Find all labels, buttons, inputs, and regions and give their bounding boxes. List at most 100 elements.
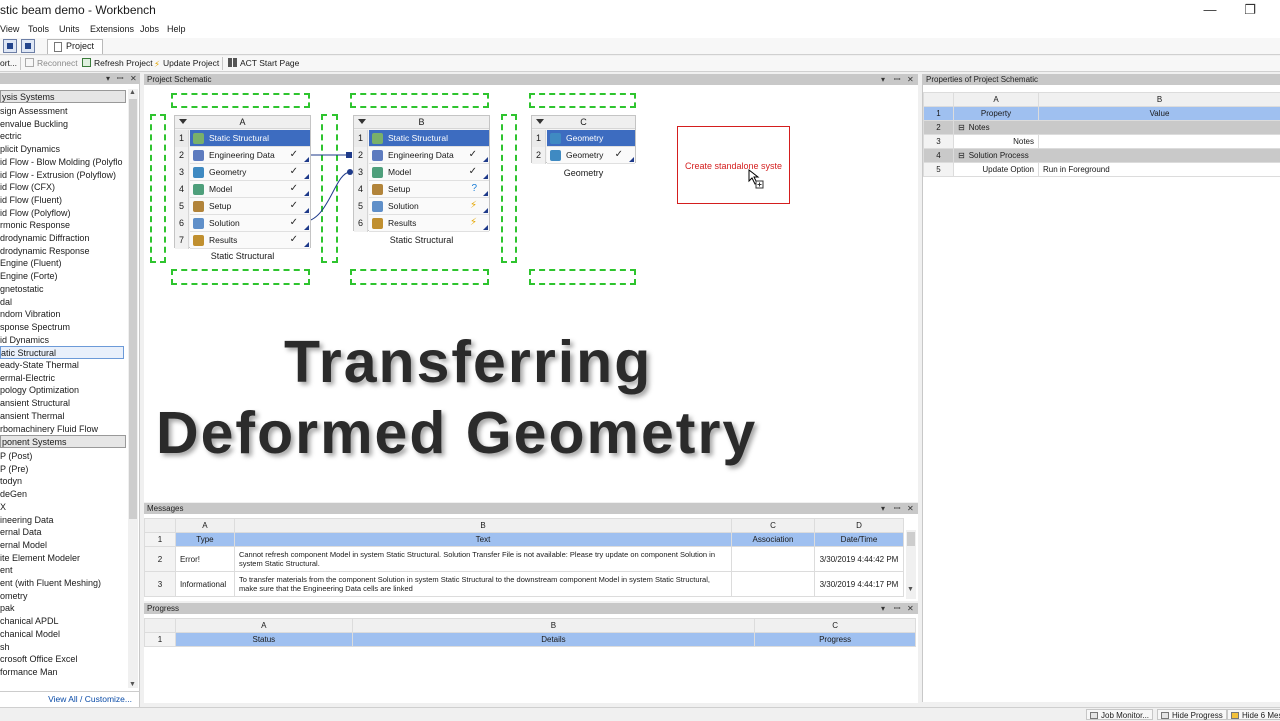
- save-as-icon[interactable]: [21, 39, 35, 53]
- property-value[interactable]: [1039, 135, 1280, 149]
- toolbox-item[interactable]: ineering Data: [0, 514, 124, 527]
- project-schematic[interactable]: A 1Static Structural2Engineering Data✓3G…: [144, 85, 918, 502]
- toolbox-item[interactable]: ectric: [0, 130, 124, 143]
- system-cell[interactable]: 2Engineering Data✓: [175, 147, 310, 164]
- system-cell[interactable]: 1Geometry: [532, 130, 635, 147]
- collapse-icon[interactable]: ⊟: [958, 123, 965, 132]
- toolbox-item[interactable]: ermal-Electric: [0, 372, 124, 385]
- pin-icon[interactable]: ꟷ: [894, 603, 901, 614]
- system-cell[interactable]: 6Solution✓: [175, 215, 310, 232]
- toolbox-scrollbar[interactable]: ▲ ▼: [128, 89, 138, 688]
- system-c-header[interactable]: C: [532, 116, 635, 129]
- toolbox-item[interactable]: Engine (Forte): [0, 270, 124, 283]
- menu-view[interactable]: View: [0, 24, 19, 34]
- toolbox-item[interactable]: ite Element Modeler: [0, 552, 124, 565]
- toolbox-item[interactable]: X: [0, 501, 124, 514]
- dropdown-icon[interactable]: ▾: [881, 74, 885, 85]
- job-monitor-button[interactable]: Job Monitor...: [1086, 709, 1153, 720]
- toolbox-item[interactable]: deGen: [0, 488, 124, 501]
- toolbox-item[interactable]: ernal Data: [0, 526, 124, 539]
- toolbox-item[interactable]: P (Pre): [0, 463, 124, 476]
- scrollbar-thumb[interactable]: [907, 532, 915, 546]
- system-c[interactable]: C 1Geometry2Geometry✓: [531, 115, 636, 163]
- menu-jobs[interactable]: Jobs: [140, 24, 159, 34]
- toolbox-item[interactable]: crosoft Office Excel: [0, 653, 124, 666]
- menu-help[interactable]: Help: [167, 24, 186, 34]
- toolbox-item[interactable]: id Flow (Fluent): [0, 194, 124, 207]
- toolbox-item[interactable]: gnetostatic: [0, 283, 124, 296]
- create-standalone-system-box[interactable]: Create standalone syste: [677, 126, 790, 204]
- toolbox-item[interactable]: rmonic Response: [0, 219, 124, 232]
- toolbox-item[interactable]: ent: [0, 564, 124, 577]
- system-cell[interactable]: 3Model✓: [354, 164, 489, 181]
- system-c-name[interactable]: Geometry: [531, 168, 636, 178]
- update-project-button[interactable]: ⚡Update Project: [154, 58, 219, 68]
- close-icon[interactable]: ✕: [907, 74, 914, 85]
- toolbox-item[interactable]: id Flow - Blow Molding (Polyflo: [0, 156, 124, 169]
- dropdown-icon[interactable]: ▾: [881, 503, 885, 514]
- toolbox-item[interactable]: ansient Thermal: [0, 410, 124, 423]
- system-a-header[interactable]: A: [175, 116, 310, 129]
- dropdown-icon[interactable]: ▾: [881, 603, 885, 614]
- toolbox-item[interactable]: ent (with Fluent Meshing): [0, 577, 124, 590]
- toolbox-item[interactable]: id Flow (CFX): [0, 181, 124, 194]
- toolbox-item[interactable]: drodynamic Diffraction: [0, 232, 124, 245]
- toolbox-item[interactable]: pak: [0, 602, 124, 615]
- toolbox-item[interactable]: dal: [0, 296, 124, 309]
- collapse-icon[interactable]: ⊟: [958, 151, 965, 160]
- toolbox-item[interactable]: ndom Vibration: [0, 308, 124, 321]
- message-row[interactable]: 2Error!Cannot refresh component Model in…: [145, 547, 904, 572]
- act-start-page-button[interactable]: ACT Start Page: [228, 58, 299, 68]
- close-icon[interactable]: ✕: [130, 73, 137, 84]
- system-cell[interactable]: 4Setup?: [354, 181, 489, 198]
- message-row[interactable]: 3InformationalTo transfer materials from…: [145, 572, 904, 597]
- property-value[interactable]: Run in Foreground: [1039, 163, 1280, 177]
- toolbox-item[interactable]: plicit Dynamics: [0, 143, 124, 156]
- property-row[interactable]: 3Notes: [924, 135, 1280, 149]
- import-button[interactable]: ort...: [0, 58, 17, 68]
- system-cell[interactable]: 1Static Structural: [354, 130, 489, 147]
- menu-units[interactable]: Units: [59, 24, 80, 34]
- scroll-down-icon[interactable]: ▼: [129, 681, 136, 688]
- toolbox-item[interactable]: ernal Model: [0, 539, 124, 552]
- close-icon[interactable]: ✕: [907, 503, 914, 514]
- scroll-down-icon[interactable]: ▼: [907, 586, 914, 593]
- system-cell[interactable]: 5Setup✓: [175, 198, 310, 215]
- toolbox-group-analysis-systems[interactable]: ysis Systems: [0, 90, 126, 103]
- system-b-name[interactable]: Static Structural: [353, 235, 490, 245]
- maximize-button[interactable]: ❐: [1240, 2, 1260, 18]
- toolbox-item[interactable]: pology Optimization: [0, 384, 124, 397]
- system-a[interactable]: A 1Static Structural2Engineering Data✓3G…: [174, 115, 311, 248]
- system-cell[interactable]: 2Engineering Data✓: [354, 147, 489, 164]
- scroll-up-icon[interactable]: ▲: [129, 89, 136, 96]
- system-b-header[interactable]: B: [354, 116, 489, 129]
- system-cell[interactable]: 5Solution⚡: [354, 198, 489, 215]
- toolbox-item[interactable]: id Dynamics: [0, 334, 124, 347]
- hide-messages-button[interactable]: Hide 6 Mes: [1227, 709, 1280, 720]
- scrollbar-thumb[interactable]: [129, 99, 137, 519]
- system-cell[interactable]: 3Geometry✓: [175, 164, 310, 181]
- pin-icon[interactable]: ꟷ: [894, 503, 901, 514]
- toolbox-item[interactable]: formance Man: [0, 666, 124, 679]
- system-b[interactable]: B 1Static Structural2Engineering Data✓3M…: [353, 115, 490, 231]
- toolbox-item[interactable]: ansient Structural: [0, 397, 124, 410]
- toolbox-item[interactable]: id Flow (Polyflow): [0, 207, 124, 220]
- toolbox-item[interactable]: id Flow - Extrusion (Polyflow): [0, 169, 124, 182]
- refresh-project-button[interactable]: Refresh Project: [82, 58, 153, 68]
- close-icon[interactable]: ✕: [907, 603, 914, 614]
- toolbox-item[interactable]: ometry: [0, 590, 124, 603]
- dropdown-icon[interactable]: ▾: [106, 73, 110, 84]
- menu-extensions[interactable]: Extensions: [90, 24, 134, 34]
- toolbox-item[interactable]: chanical Model: [0, 628, 124, 641]
- save-icon[interactable]: [3, 39, 17, 53]
- toolbox-item[interactable]: sign Assessment: [0, 105, 124, 118]
- system-cell[interactable]: 2Geometry✓: [532, 147, 635, 164]
- pin-icon[interactable]: ꟷ: [117, 73, 124, 84]
- toolbox-item[interactable]: Engine (Fluent): [0, 257, 124, 270]
- tab-project[interactable]: Project: [47, 39, 103, 54]
- toolbox-item[interactable]: P (Post): [0, 450, 124, 463]
- toolbox-item[interactable]: sh: [0, 641, 124, 654]
- system-cell[interactable]: 7Results✓: [175, 232, 310, 249]
- system-cell[interactable]: 1Static Structural: [175, 130, 310, 147]
- system-a-name[interactable]: Static Structural: [174, 251, 311, 261]
